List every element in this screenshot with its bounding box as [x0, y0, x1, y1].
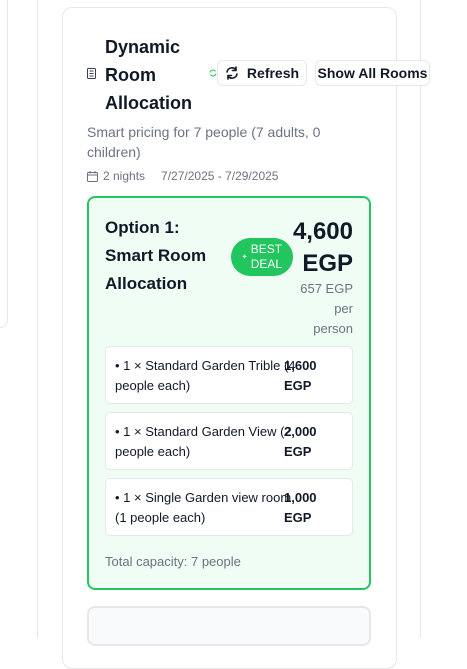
option-title: Option 1: Smart Room Allocation: [105, 218, 207, 293]
stay-meta: 2 nights 7/27/2025 - 7/29/2025: [87, 169, 278, 183]
calendar-icon: [87, 170, 98, 182]
total-price: 4,600 EGP: [273, 216, 353, 280]
room-description: • 1 × Standard Garden View (2 people eac…: [115, 424, 292, 459]
room-description: • 1 × Single Garden view room (1 people …: [115, 490, 292, 525]
page-title: Dynamic Room Allocation: [105, 37, 193, 113]
room-price: 1,000 EGP: [284, 490, 317, 525]
allocation-option-card[interactable]: Option 1: Smart Room Allocation ✦ BEST D…: [87, 196, 371, 590]
side-panel-edge: [0, 0, 8, 328]
refresh-button[interactable]: Refresh: [217, 60, 307, 86]
price-currency: EGP: [302, 250, 353, 277]
price-per-person: 657 EGP per person: [300, 281, 353, 336]
sync-icon: [209, 69, 217, 77]
room-description: • 1 × Standard Garden Trible (4 people e…: [115, 358, 296, 393]
subtitle: Smart pricing for 7 people (7 adults, 0 …: [87, 124, 321, 160]
room-price: 2,000 EGP: [284, 424, 317, 459]
total-capacity: Total capacity: 7 people: [105, 554, 241, 569]
building-icon: [87, 68, 96, 79]
next-option-card[interactable]: [87, 606, 371, 646]
price-amount: 4,600: [292, 218, 353, 245]
room-price: 1,600 EGP: [284, 358, 317, 393]
room-line-item: • 1 × Standard Garden View (2 people eac…: [105, 412, 353, 470]
refresh-button-label: Refresh: [246, 65, 300, 81]
show-all-rooms-button[interactable]: Show All Rooms: [315, 60, 430, 86]
room-line-item: • 1 × Single Garden view room (1 people …: [105, 478, 353, 536]
nights-count: 2 nights: [103, 169, 146, 183]
show-all-rooms-label: Show All Rooms: [317, 65, 428, 81]
sparkle-icon: ✦: [241, 253, 248, 261]
date-range: 7/27/2025 - 7/29/2025: [161, 169, 279, 183]
room-line-item: • 1 × Standard Garden Trible (4 people e…: [105, 346, 353, 404]
refresh-icon: [226, 66, 238, 80]
